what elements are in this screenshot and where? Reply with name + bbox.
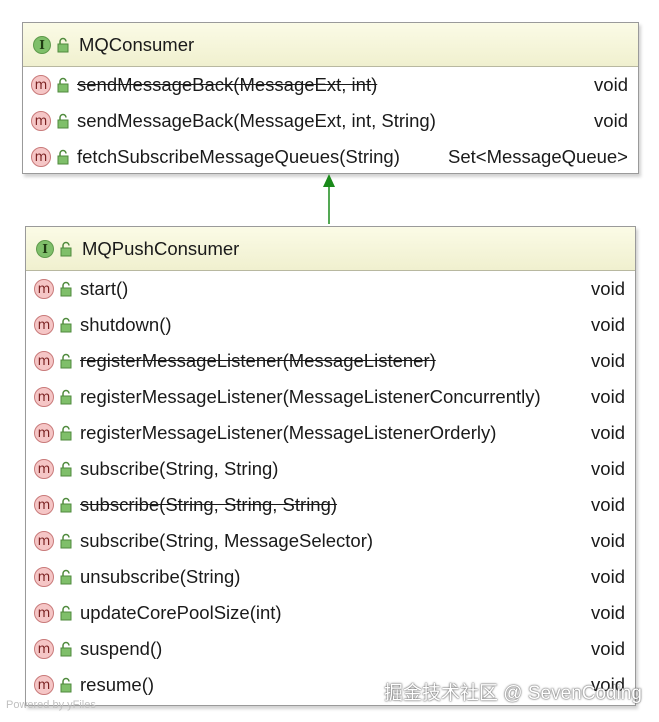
method-signature: suspend() <box>80 638 163 659</box>
method-return-type: void <box>591 458 625 479</box>
method-icon: m <box>34 279 54 299</box>
method-row[interactable]: m registerMessageListener(MessageListener… <box>26 379 635 415</box>
interface-title: MQPushConsumer <box>82 237 240 259</box>
method-return-type: void <box>591 602 625 623</box>
public-lock-icon <box>60 241 72 256</box>
method-row[interactable]: m subscribe(String, MessageSelector) void <box>26 523 635 559</box>
method-row[interactable]: m start() void <box>26 271 635 307</box>
method-signature: registerMessageListener(MessageListener) <box>80 350 436 371</box>
method-signature: unsubscribe(String) <box>80 566 241 587</box>
method-icon: m <box>34 423 54 443</box>
method-signature: subscribe(String, String, String) <box>80 494 338 515</box>
method-return-type: void <box>591 386 625 407</box>
interface-icon: I <box>36 239 54 258</box>
method-icon: m <box>34 495 54 515</box>
public-lock-icon <box>60 569 72 585</box>
method-icon: m <box>34 531 54 551</box>
public-lock-icon <box>60 353 72 369</box>
method-row[interactable]: m subscribe(String, String, String) void <box>26 487 635 523</box>
method-row[interactable]: m subscribe(String, String) void <box>26 451 635 487</box>
public-lock-icon <box>60 425 72 441</box>
powered-by-text: Powered by yFiles <box>6 699 96 711</box>
method-return-type: void <box>591 638 625 659</box>
public-lock-icon <box>60 533 72 549</box>
method-row[interactable]: m updateCorePoolSize(int) void <box>26 595 635 631</box>
method-return-type: void <box>591 422 625 443</box>
method-signature: registerMessageListener(MessageListenerC… <box>80 386 541 407</box>
mqpushconsumer-interface-box[interactable]: I MQPushConsumer m start() void m shutdown()… <box>25 226 636 706</box>
public-lock-icon <box>60 389 72 405</box>
public-lock-icon <box>60 497 72 513</box>
method-icon: m <box>34 387 54 407</box>
public-lock-icon <box>60 641 72 657</box>
method-signature: subscribe(String, String) <box>80 458 279 479</box>
method-icon: m <box>34 567 54 587</box>
method-icon: m <box>34 603 54 623</box>
method-return-type: void <box>591 314 625 335</box>
method-return-type: void <box>591 350 625 371</box>
method-signature: start() <box>80 278 129 299</box>
mqpushconsumer-method-list: m start() void m shutdown() void m registerMess… <box>26 271 635 703</box>
method-return-type: void <box>591 494 625 515</box>
method-return-type: void <box>591 530 625 551</box>
method-signature: registerMessageListener(MessageListenerO… <box>80 422 497 443</box>
method-return-type: void <box>591 566 625 587</box>
method-signature: shutdown() <box>80 314 172 335</box>
method-signature: subscribe(String, MessageSelector) <box>80 530 374 551</box>
public-lock-icon <box>60 461 72 477</box>
arrow-head <box>323 174 335 187</box>
method-row[interactable]: m shutdown() void <box>26 307 635 343</box>
public-lock-icon <box>60 605 72 621</box>
method-icon: m <box>34 351 54 371</box>
method-icon: m <box>34 315 54 335</box>
method-icon: m <box>34 639 54 659</box>
method-row[interactable]: m registerMessageListener(MessageListener… <box>26 415 635 451</box>
method-row[interactable]: m registerMessageListener(MessageListener… <box>26 343 635 379</box>
public-lock-icon <box>60 317 72 333</box>
public-lock-icon <box>60 281 72 297</box>
method-return-type: void <box>591 278 625 299</box>
method-icon: m <box>34 675 54 695</box>
mqpushconsumer-header: I MQPushConsumer <box>26 227 635 271</box>
method-row[interactable]: m unsubscribe(String) void <box>26 559 635 595</box>
public-lock-icon <box>60 677 72 693</box>
watermark-text: 掘金技术社区 @ SevenCoding <box>384 683 642 704</box>
method-signature: updateCorePoolSize(int) <box>80 602 282 623</box>
method-row[interactable]: m suspend() void <box>26 631 635 667</box>
method-icon: m <box>34 459 54 479</box>
